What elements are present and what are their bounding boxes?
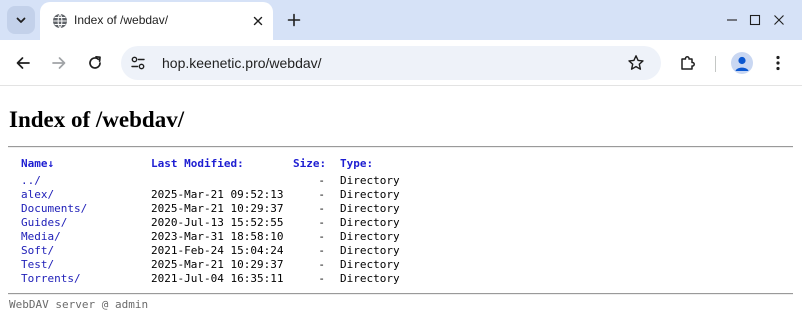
toolbar-divider [715, 56, 716, 72]
new-tab-button[interactable] [282, 8, 306, 32]
entry-type: Directory [340, 188, 400, 201]
entry-modified: 2025-Mar-21 10:29:37 [151, 202, 284, 215]
entry-size: - [318, 230, 325, 243]
tab-close-button[interactable] [250, 13, 266, 29]
tab-title: Index of /webdav/ [74, 13, 169, 27]
plus-icon [287, 13, 301, 27]
entry-name-link[interactable]: ../ [21, 174, 41, 188]
entry-name-link[interactable]: alex/ [21, 188, 54, 202]
sort-by-size-link[interactable]: Size: [293, 157, 326, 171]
entry-modified: 2025-Mar-21 09:52:13 [151, 188, 284, 201]
globe-icon [53, 13, 67, 29]
entry-modified: 2021-Feb-24 15:04:24 [151, 244, 284, 257]
menu-button[interactable] [766, 51, 790, 75]
close-icon [774, 15, 784, 25]
entry-type: Directory [340, 244, 400, 257]
entry-size: - [318, 272, 325, 285]
bookmark-star-icon[interactable] [627, 54, 645, 72]
sort-by-modified-link[interactable]: Last Modified: [151, 157, 244, 171]
url-text[interactable]: hop.keenetic.pro/webdav/ [162, 55, 322, 71]
reload-icon [89, 55, 101, 69]
entry-size: - [318, 244, 325, 257]
bottom-divider [8, 293, 793, 295]
sort-by-type-link[interactable]: Type: [340, 157, 373, 171]
tab-strip: Index of /webdav/ [0, 0, 802, 40]
entry-size: - [318, 188, 325, 201]
address-bar[interactable]: hop.keenetic.pro/webdav/ [121, 46, 661, 80]
chevron-down-icon [16, 17, 26, 23]
entry-modified: 2025-Mar-21 10:29:37 [151, 258, 284, 271]
entry-name-link[interactable]: Documents/ [21, 202, 87, 216]
close-window-button[interactable] [756, 0, 802, 40]
back-button[interactable] [9, 49, 37, 77]
entry-type: Directory [340, 216, 400, 229]
server-footer: WebDAV server @ admin [9, 298, 149, 311]
forward-button[interactable] [45, 49, 73, 77]
entry-modified: 2021-Jul-04 16:35:11 [151, 272, 284, 285]
entry-type: Directory [340, 202, 400, 215]
entry-name-link[interactable]: Test/ [21, 258, 54, 272]
arrow-left-icon [16, 57, 30, 69]
reload-button[interactable] [81, 49, 109, 77]
entry-size: - [318, 216, 325, 229]
profile-avatar[interactable] [731, 52, 753, 74]
entry-size: - [318, 258, 325, 271]
entry-modified: 2023-Mar-31 18:58:10 [151, 230, 284, 243]
entry-type: Directory [340, 272, 400, 285]
tab-active[interactable]: Index of /webdav/ [40, 2, 273, 40]
extensions-button[interactable] [676, 51, 700, 75]
entry-name-link[interactable]: Soft/ [21, 244, 54, 258]
entry-name-link[interactable]: Torrents/ [21, 272, 81, 286]
tab-search-button[interactable] [7, 6, 35, 34]
arrow-right-icon [52, 57, 66, 69]
sort-by-name-link[interactable]: Name↓ [21, 157, 54, 171]
person-icon [735, 56, 749, 71]
entry-type: Directory [340, 258, 400, 271]
close-icon [253, 16, 263, 26]
more-vertical-icon [776, 55, 780, 71]
entry-size: - [318, 202, 325, 215]
entry-name-link[interactable]: Guides/ [21, 216, 67, 230]
site-settings-icon[interactable] [130, 55, 146, 71]
entry-modified: 2020-Jul-13 15:52:55 [151, 216, 284, 229]
entry-size: - [318, 174, 325, 187]
entry-name-link[interactable]: Media/ [21, 230, 61, 244]
top-divider [8, 146, 793, 148]
puzzle-icon [681, 56, 695, 70]
page-title: Index of /webdav/ [9, 107, 185, 132]
entry-type: Directory [340, 230, 400, 243]
page-content: Index of /webdav/ Name↓ Last Modified: S… [0, 87, 802, 326]
browser-toolbar: hop.keenetic.pro/webdav/ [0, 40, 802, 86]
entry-type: Directory [340, 174, 400, 187]
